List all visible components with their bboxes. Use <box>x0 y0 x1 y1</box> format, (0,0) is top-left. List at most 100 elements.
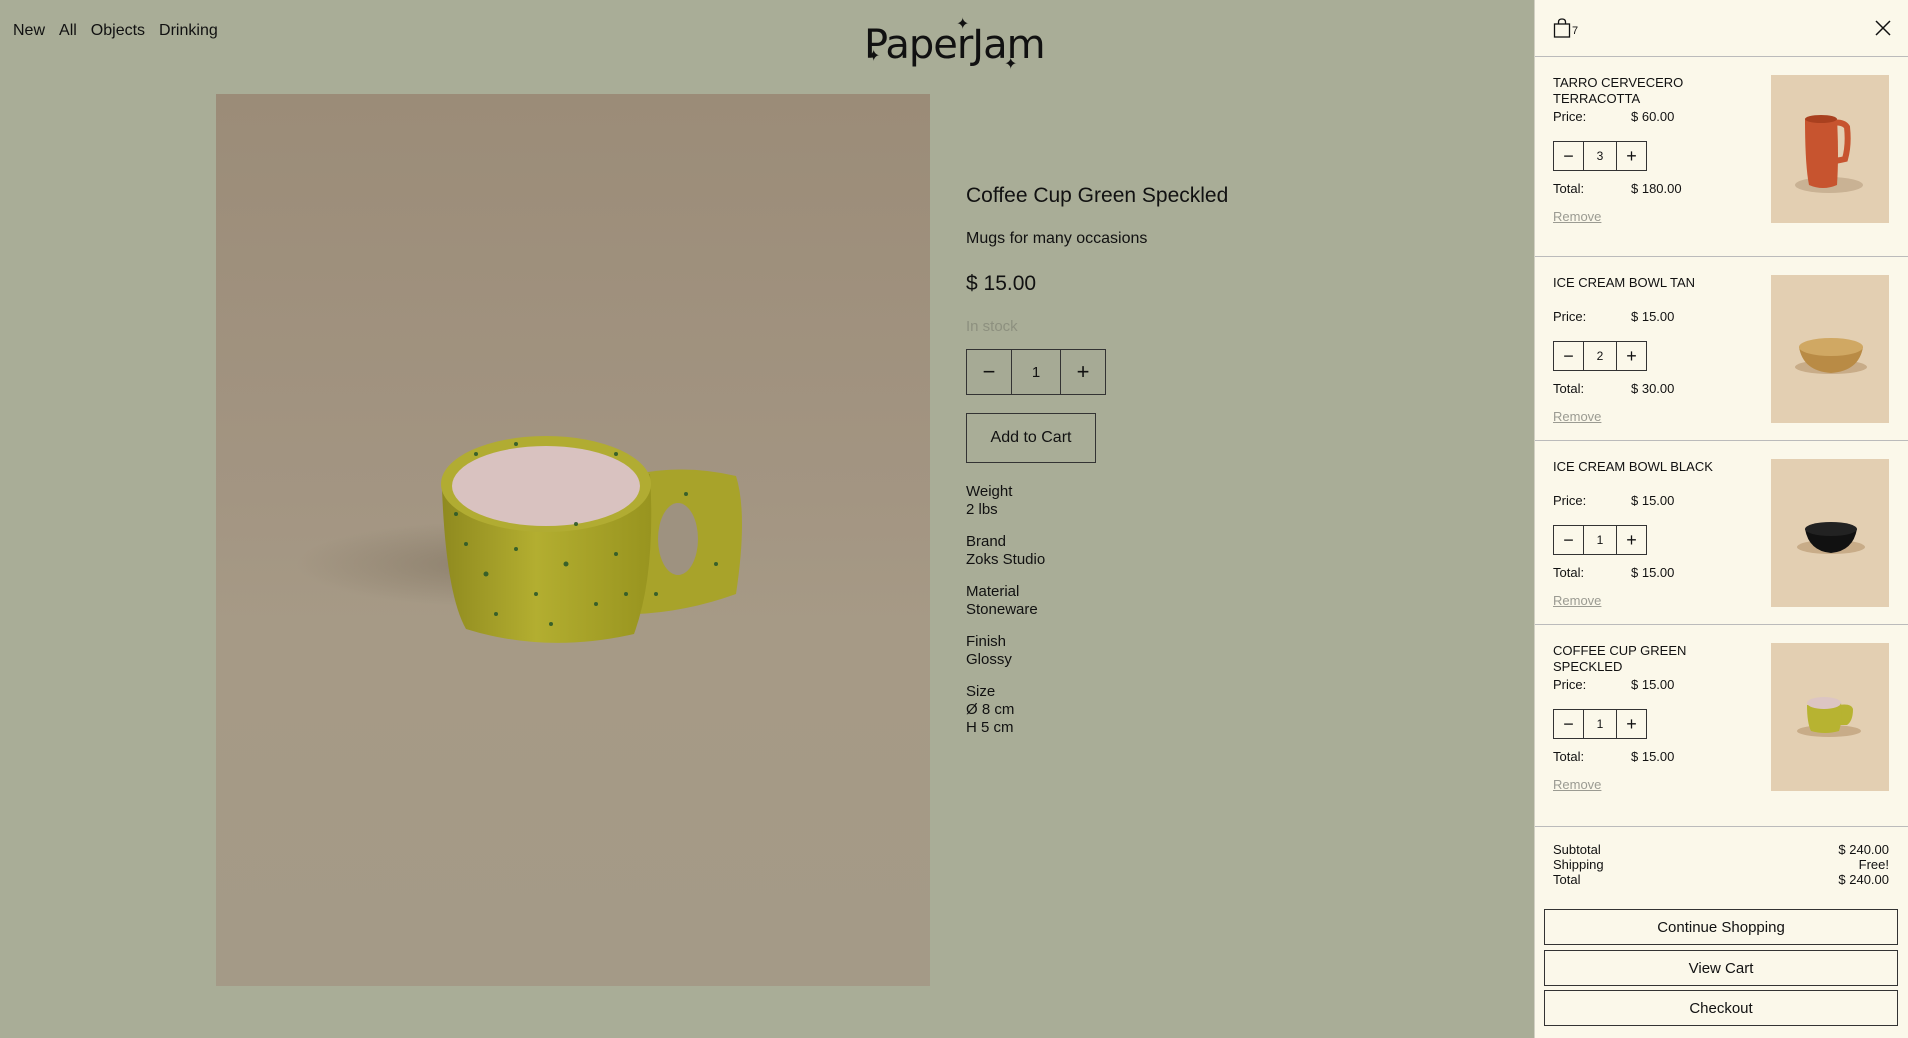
cart-item-thumbnail[interactable] <box>1771 643 1889 791</box>
cart-item-qty[interactable]: 2 <box>1583 342 1617 370</box>
cart-item-price: $ 60.00 <box>1631 109 1675 124</box>
cart-count: 7 <box>1572 25 1579 37</box>
total-label: Total: <box>1553 749 1585 764</box>
decrease-button[interactable]: − <box>1554 342 1583 370</box>
product-specs: Weight 2 lbs Brand Zoks Studio Material Stone… <box>966 483 1346 737</box>
cart-item-quantity-stepper: −1 + <box>1553 709 1647 739</box>
cart-item-name[interactable]: ICE CREAM BOWL BLACK <box>1553 459 1753 475</box>
cart-item-price-row: Price: $ 15.00 <box>1553 309 1674 324</box>
spec-value: 2 lbs <box>966 501 998 518</box>
checkout-button[interactable]: Checkout <box>1544 990 1898 1026</box>
remove-link[interactable]: Remove <box>1553 777 1601 792</box>
total-label: Total: <box>1553 565 1585 580</box>
continue-shopping-button[interactable]: Continue Shopping <box>1544 909 1898 945</box>
price-label: Price: <box>1553 309 1587 324</box>
spec-label: Size <box>966 683 996 700</box>
cart-item: ICE CREAM BOWL TAN Price: $ 15.00 −2 + Total:… <box>1535 257 1908 441</box>
cart-item-total: $ 15.00 <box>1631 749 1675 764</box>
cart-item-quantity-stepper: −3 + <box>1553 141 1647 171</box>
decrease-button[interactable]: − <box>1554 710 1583 738</box>
spec-item: Weight 2 lbs <box>966 483 1346 519</box>
cart-item-price: $ 15.00 <box>1631 309 1675 324</box>
logo[interactable]: PaperJam ✦ ✦ ✦ <box>864 16 1046 73</box>
remove-link[interactable]: Remove <box>1553 209 1601 224</box>
spec-item: Size Ø 8 cm H 5 cm <box>966 683 1346 737</box>
product-info: Coffee Cup Green Speckled Mugs for many … <box>966 184 1346 751</box>
total-label: Total: <box>1553 181 1585 196</box>
page-overlay[interactable]: New All Objects Drinking PaperJam ✦ ✦ ✦ <box>0 0 1534 1038</box>
remove-link[interactable]: Remove <box>1553 593 1601 608</box>
spec-item: Finish Glossy <box>966 633 1346 669</box>
decrease-button[interactable]: − <box>967 350 1011 394</box>
spec-label: Weight <box>966 483 1013 500</box>
decrease-button[interactable]: − <box>1554 526 1583 554</box>
cart-item-total: $ 15.00 <box>1631 565 1675 580</box>
cart-item-name[interactable]: ICE CREAM BOWL TAN <box>1553 275 1753 291</box>
cart-item-total-row: Total: $ 30.00 <box>1553 381 1674 396</box>
cart-drawer: 7 TARRO CERVECERO TERRACOTTA Price: $ 60.0… <box>1534 0 1908 1038</box>
total-value: $ 240.00 <box>1838 872 1889 887</box>
cart-item-qty[interactable]: 1 <box>1583 526 1617 554</box>
spec-value: Stoneware <box>966 601 1038 618</box>
cart-item-thumbnail[interactable] <box>1771 275 1889 423</box>
close-icon[interactable] <box>1874 19 1892 37</box>
cart-item-price: $ 15.00 <box>1631 677 1675 692</box>
spec-value: Glossy <box>966 651 1012 668</box>
price-label: Price: <box>1553 493 1587 508</box>
quantity-value[interactable]: 1 <box>1011 350 1061 394</box>
cart-item-quantity-stepper: −2 + <box>1553 341 1647 371</box>
shipping-label: Shipping <box>1553 857 1604 872</box>
spec-value: H 5 cm <box>966 719 1014 736</box>
cart-item-price-row: Price: $ 60.00 <box>1553 109 1674 124</box>
cart-item-total: $ 30.00 <box>1631 381 1675 396</box>
increase-button[interactable]: + <box>1617 142 1646 170</box>
increase-button[interactable]: + <box>1061 350 1105 394</box>
cart-item-thumbnail[interactable] <box>1771 75 1889 223</box>
cart-items: TARRO CERVECERO TERRACOTTA Price: $ 60.00 −… <box>1535 57 1908 827</box>
cart-header: 7 <box>1535 0 1908 57</box>
nav-objects[interactable]: Objects <box>91 22 145 40</box>
view-cart-button[interactable]: View Cart <box>1544 950 1898 986</box>
quantity-stepper: − 1 + <box>966 349 1106 395</box>
cart-summary: Subtotal $ 240.00 Shipping Free! Total $ 24… <box>1553 842 1889 887</box>
increase-button[interactable]: + <box>1617 342 1646 370</box>
cart-item-name[interactable]: TARRO CERVECERO TERRACOTTA <box>1553 75 1753 107</box>
cart-item-price-row: Price: $ 15.00 <box>1553 677 1674 692</box>
spec-label: Finish <box>966 633 1007 650</box>
total-label: Total: <box>1553 381 1585 396</box>
sparkle-icon: ✦ <box>956 16 970 33</box>
cart-item-total-row: Total: $ 15.00 <box>1553 749 1674 764</box>
add-to-cart-button[interactable]: Add to Cart <box>966 413 1096 463</box>
cart-item-name[interactable]: COFFEE CUP GREEN SPECKLED <box>1553 643 1753 675</box>
product-title: Coffee Cup Green Speckled <box>966 184 1229 207</box>
subtotal-value: $ 240.00 <box>1838 842 1889 857</box>
spec-label: Material <box>966 583 1020 600</box>
cart-item-price-row: Price: $ 15.00 <box>1553 493 1674 508</box>
remove-link[interactable]: Remove <box>1553 409 1601 424</box>
spec-value: Zoks Studio <box>966 551 1046 568</box>
total-label: Total <box>1553 872 1581 887</box>
shopping-bag-icon[interactable] <box>1553 18 1571 38</box>
nav-new[interactable]: New <box>13 22 45 40</box>
increase-button[interactable]: + <box>1617 526 1646 554</box>
logo-text: PaperJam <box>864 22 1046 68</box>
sparkle-icon: ✦ <box>867 48 881 65</box>
decrease-button[interactable]: − <box>1554 142 1583 170</box>
increase-button[interactable]: + <box>1617 710 1646 738</box>
cart-item-total: $ 180.00 <box>1631 181 1682 196</box>
product-image <box>216 94 930 986</box>
product-price: $ 15.00 <box>966 272 1037 295</box>
main-nav: New All Objects Drinking <box>13 22 218 40</box>
product-subtitle: Mugs for many occasions <box>966 230 1148 247</box>
cart-item-thumbnail[interactable] <box>1771 459 1889 607</box>
nav-drinking[interactable]: Drinking <box>159 22 218 40</box>
cart-item-qty[interactable]: 3 <box>1583 142 1617 170</box>
stock-status: In stock <box>966 318 1018 335</box>
spec-value: Ø 8 cm <box>966 701 1015 718</box>
sparkle-icon: ✦ <box>1004 56 1018 73</box>
nav-all[interactable]: All <box>59 22 77 40</box>
price-label: Price: <box>1553 677 1587 692</box>
cart-item: ICE CREAM BOWL BLACK Price: $ 15.00 −1 + Tota… <box>1535 441 1908 625</box>
cart-item-qty[interactable]: 1 <box>1583 710 1617 738</box>
subtotal-label: Subtotal <box>1553 842 1601 857</box>
